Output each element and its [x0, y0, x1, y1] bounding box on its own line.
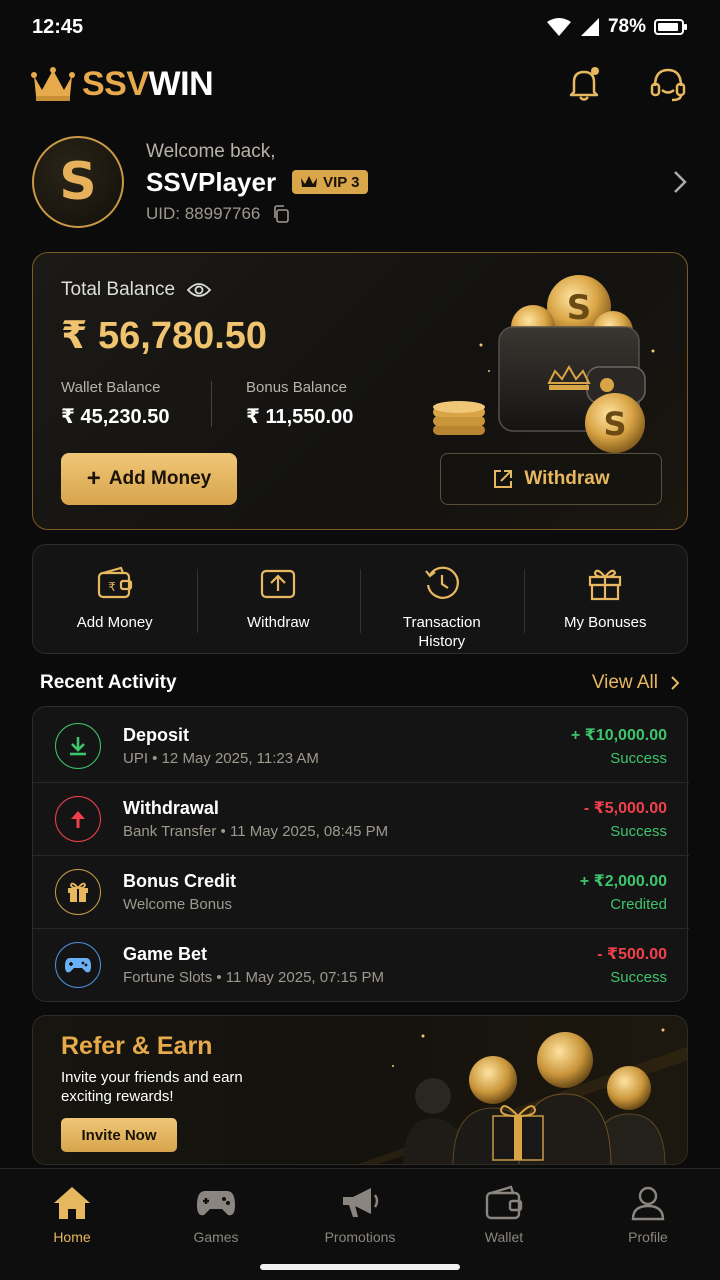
signal-icon [580, 18, 599, 36]
activity-amount: - ₹5,000.00 [583, 800, 667, 817]
activity-row-deposit[interactable]: Deposit UPI • 12 May 2025, 11:23 AM + ₹1… [33, 709, 689, 782]
profile-section[interactable]: S Welcome back, SSVPlayer VIP 3 UID: 889… [32, 136, 688, 228]
megaphone-icon [343, 1188, 379, 1217]
activity-status: Success [610, 969, 667, 986]
total-balance-value: ₹ 56,780.50 [61, 315, 268, 357]
battery-icon [654, 19, 687, 35]
avatar[interactable]: S [32, 136, 124, 228]
wallet-rupee-icon: ₹ [97, 566, 132, 599]
activity-status: Success [610, 749, 667, 767]
gamepad-icon [55, 942, 101, 988]
svg-text:S: S [603, 405, 626, 443]
crown-icon [301, 176, 318, 187]
view-all-link[interactable]: View All [592, 672, 680, 694]
bell-icon[interactable] [564, 64, 604, 104]
nav-profile[interactable]: Profile [576, 1169, 720, 1280]
activity-amount: - ₹500.00 [597, 946, 667, 963]
gamepad-icon [197, 1191, 235, 1216]
welcome-text: Welcome back, [146, 140, 276, 162]
status-icons: 78% [546, 16, 688, 38]
arrow-up-icon [55, 796, 101, 842]
history-icon [424, 566, 459, 599]
svg-text:₹: ₹ [108, 580, 116, 594]
headset-icon[interactable] [648, 64, 688, 104]
invite-now-button[interactable]: Invite Now [61, 1118, 177, 1152]
app-header: SSVWIN [30, 62, 690, 106]
battery-percent: 78% [607, 16, 646, 37]
activity-status: Success [610, 823, 667, 840]
gift-icon [589, 569, 622, 601]
copy-icon[interactable] [272, 204, 290, 223]
home-indicator[interactable] [260, 1264, 460, 1270]
quick-action-add-money[interactable]: ₹ Add Money [33, 545, 197, 653]
bonus-balance: Bonus Balance ₹ 11,550.00 [246, 379, 354, 428]
activity-row-withdrawal[interactable]: Withdrawal Bank Transfer • 11 May 2025, … [33, 782, 689, 855]
wallet-coins-illustration: S S [433, 275, 655, 453]
username: SSVPlayer [146, 166, 277, 197]
svg-text:S: S [567, 288, 592, 328]
avatar-letter: S [59, 152, 97, 212]
external-link-icon [494, 470, 513, 488]
logo-text: SSVWIN [82, 64, 214, 103]
withdraw-button[interactable]: Withdraw [440, 453, 662, 505]
app-logo[interactable]: SSVWIN [30, 64, 214, 104]
crown-icon [31, 67, 75, 101]
status-time: 12:45 [32, 15, 84, 38]
activity-status: Credited [610, 896, 667, 913]
nav-home[interactable]: Home [0, 1169, 144, 1280]
add-money-button[interactable]: + Add Money [61, 453, 237, 505]
recent-activity-title: Recent Activity [40, 672, 177, 693]
uid-text: UID: 88997766 [146, 203, 261, 223]
wallet-icon [485, 1185, 523, 1220]
wifi-icon [546, 18, 571, 36]
chevron-right-icon [671, 676, 680, 690]
refer-earn-banner[interactable]: Refer & Earn Invite your friends and ear… [32, 1015, 688, 1165]
activity-amount: + ₹10,000.00 [570, 726, 667, 744]
balance-card: Total Balance ₹ 56,780.50 Wallet Balance… [32, 252, 688, 530]
activity-amount: + ₹2,000.00 [579, 873, 667, 890]
status-bar: 12:45 78% [0, 0, 720, 54]
quick-action-withdraw[interactable]: Withdraw [196, 545, 361, 653]
quick-actions: ₹ Add Money Withdraw Transaction History… [32, 544, 688, 654]
refer-title: Refer & Earn [61, 1032, 213, 1060]
divider [211, 381, 212, 427]
download-icon [55, 722, 101, 769]
activity-row-bonus-credit[interactable]: Bonus Credit Welcome Bonus + ₹2,000.00 C… [33, 855, 689, 928]
user-icon [631, 1186, 665, 1221]
eye-icon[interactable] [187, 281, 212, 299]
quick-action-my-bonuses[interactable]: My Bonuses [523, 545, 688, 653]
home-icon [54, 1187, 90, 1219]
wallet-balance: Wallet Balance ₹ 45,230.50 [61, 379, 170, 428]
plus-icon: + [86, 465, 101, 492]
vip-badge: VIP 3 [292, 170, 368, 194]
total-balance-label: Total Balance [61, 279, 212, 301]
activity-list: Deposit UPI • 12 May 2025, 11:23 AM + ₹1… [32, 706, 689, 1002]
quick-action-transaction-history[interactable]: Transaction History [360, 545, 524, 653]
activity-row-game-bet[interactable]: Game Bet Fortune Slots • 11 May 2025, 07… [33, 928, 689, 1001]
gift-icon [55, 869, 101, 915]
refer-subtitle: Invite your friends and earn exciting re… [61, 1069, 243, 1105]
upload-icon [261, 569, 296, 599]
chevron-right-icon[interactable] [672, 168, 688, 196]
refer-people-illustration [358, 1028, 687, 1164]
